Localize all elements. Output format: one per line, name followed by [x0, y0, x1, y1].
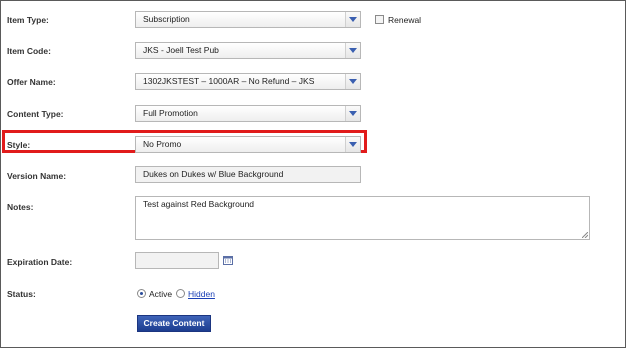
renewal-checkbox[interactable]	[375, 15, 384, 24]
item-code-value: JKS - Joell Test Pub	[143, 45, 219, 55]
expiration-date-label: Expiration Date:	[7, 257, 73, 267]
status-label: Status:	[7, 289, 36, 299]
version-name-input[interactable]: Dukes on Dukes w/ Blue Background	[135, 166, 361, 183]
offer-name-label: Offer Name:	[7, 77, 56, 87]
style-value: No Promo	[143, 139, 182, 149]
notes-value: Test against Red Background	[143, 199, 255, 209]
item-type-select[interactable]: Subscription	[135, 11, 361, 28]
content-type-value: Full Promotion	[143, 108, 198, 118]
content-type-select[interactable]: Full Promotion	[135, 105, 361, 122]
item-type-value: Subscription	[143, 14, 190, 24]
renewal-label: Renewal	[388, 15, 422, 25]
chevron-down-icon[interactable]	[345, 43, 360, 58]
version-name-label: Version Name:	[7, 171, 67, 181]
chevron-down-icon[interactable]	[345, 106, 360, 121]
chevron-down-icon[interactable]	[345, 12, 360, 27]
content-form: Item Type: Subscription Renewal Item Cod…	[0, 0, 626, 348]
style-select[interactable]: No Promo	[135, 136, 361, 153]
chevron-down-icon[interactable]	[345, 137, 360, 152]
calendar-icon[interactable]	[223, 256, 233, 267]
item-code-select[interactable]: JKS - Joell Test Pub	[135, 42, 361, 59]
item-type-label: Item Type:	[7, 15, 49, 25]
notes-textarea[interactable]: Test against Red Background	[135, 196, 590, 240]
item-code-label: Item Code:	[7, 46, 51, 56]
offer-name-select[interactable]: 1302JKSTEST – 1000AR – No Refund – JKS	[135, 73, 361, 90]
status-active-radio[interactable]	[137, 289, 146, 298]
expiration-date-input[interactable]	[135, 252, 219, 269]
chevron-down-icon[interactable]	[345, 74, 360, 89]
offer-name-value: 1302JKSTEST – 1000AR – No Refund – JKS	[143, 76, 315, 86]
status-hidden-link[interactable]: Hidden	[188, 289, 215, 299]
style-label: Style:	[7, 140, 31, 150]
status-active-label: Active	[149, 289, 173, 299]
create-content-button[interactable]: Create Content	[137, 315, 211, 332]
status-hidden-radio[interactable]	[176, 289, 185, 298]
content-type-label: Content Type:	[7, 109, 64, 119]
resize-grip-icon[interactable]	[582, 232, 588, 238]
notes-label: Notes:	[7, 202, 34, 212]
